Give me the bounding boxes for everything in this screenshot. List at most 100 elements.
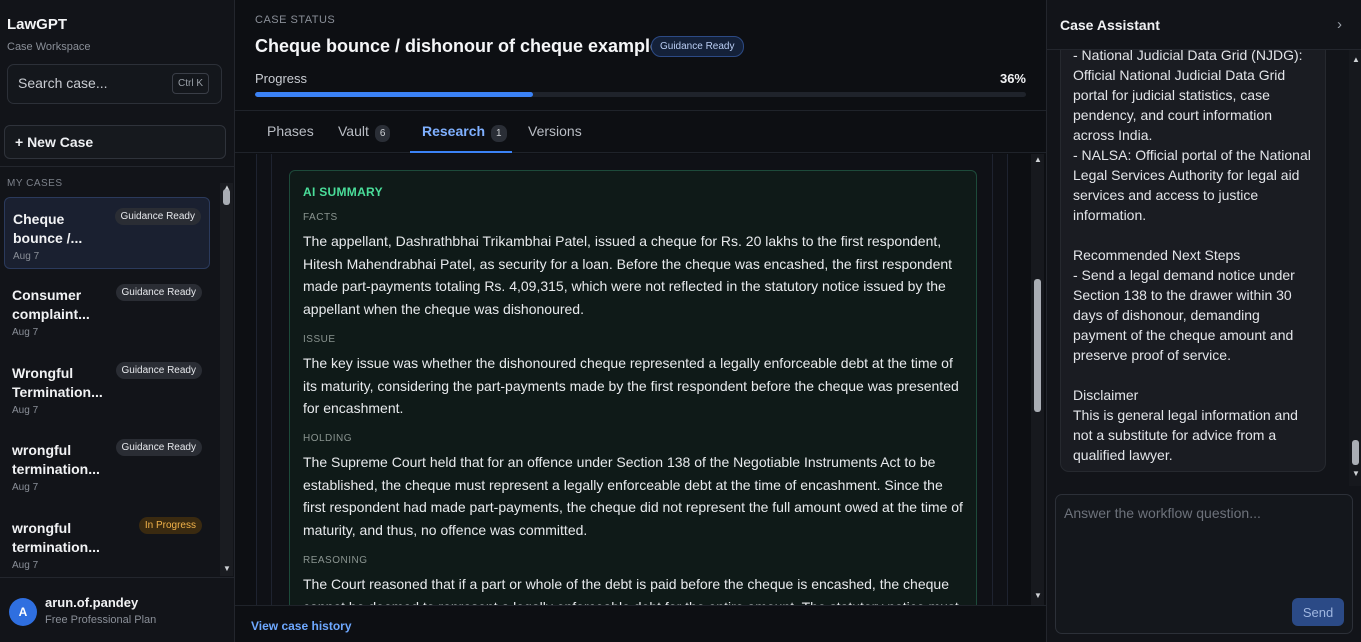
message-line: - NALSA: Official portal of the National xyxy=(1073,147,1311,163)
tab-label: Vault xyxy=(338,123,369,139)
scrollbar-thumb[interactable] xyxy=(223,189,230,205)
case-date: Aug 7 xyxy=(12,405,39,416)
message-line: services and access to justice xyxy=(1073,187,1259,203)
main-panel: CASE STATUS Cheque bounce / dishonour of… xyxy=(235,0,1046,642)
user-plan: Free Professional Plan xyxy=(45,614,157,626)
reasoning-label: REASONING xyxy=(303,555,368,566)
message-line: qualified lawyer. xyxy=(1073,447,1173,463)
search-box: Ctrl K xyxy=(7,64,222,104)
brand-title: LawGPT xyxy=(7,16,68,33)
case-title: wrongful termination... xyxy=(12,520,100,555)
case-item[interactable]: Cheque bounce /... Aug 7 Guidance Ready xyxy=(4,197,210,269)
answer-box: Send xyxy=(1055,494,1353,634)
progress-bar xyxy=(255,92,1026,97)
answer-input[interactable] xyxy=(1064,505,1344,585)
research-content: AI SUMMARY FACTS The appellant, Dashrath… xyxy=(235,154,1046,605)
message-line: across India. xyxy=(1073,127,1153,143)
sidebar: LawGPT Case Workspace Ctrl K + New Case … xyxy=(0,0,235,642)
scroll-up-icon[interactable]: ▲ xyxy=(1352,56,1360,64)
tab-phases[interactable]: Phases xyxy=(267,123,314,139)
tab-label: Versions xyxy=(528,123,582,139)
scrollbar-thumb[interactable] xyxy=(1034,279,1041,412)
status-badge: Guidance Ready xyxy=(115,362,202,379)
message-line: not a substitute for advice from a xyxy=(1073,427,1277,443)
scroll-down-icon[interactable]: ▼ xyxy=(1352,470,1360,478)
tab-vault[interactable]: Vault 6 xyxy=(338,123,391,142)
issue-text: The key issue was whether the dishonoure… xyxy=(303,355,959,417)
user-profile[interactable]: A arun.of.pandey Free Professional Plan xyxy=(0,577,234,642)
message-line: - National Judicial Data Grid (NJDG): xyxy=(1073,50,1303,63)
issue-label: ISSUE xyxy=(303,334,336,345)
case-date: Aug 7 xyxy=(12,482,39,493)
tab-label: Research xyxy=(422,123,486,139)
new-case-button[interactable]: + New Case xyxy=(4,125,226,159)
history-bar: View case history xyxy=(235,605,1046,642)
tab-label: Phases xyxy=(267,123,314,139)
progress-percent: 36% xyxy=(999,71,1026,86)
holding-label: HOLDING xyxy=(303,433,353,444)
avatar: A xyxy=(9,598,37,626)
brand-subtitle: Case Workspace xyxy=(7,41,91,53)
view-case-history-link[interactable]: View case history xyxy=(251,619,352,633)
message-line: portal for judicial statistics, case xyxy=(1073,87,1270,103)
content-scrollbar[interactable]: ▲ ▼ xyxy=(1031,154,1044,605)
case-status-label: CASE STATUS xyxy=(255,14,336,26)
status-badge: In Progress xyxy=(138,517,202,534)
status-badge: Guidance Ready xyxy=(114,208,201,225)
app-root: LawGPT Case Workspace Ctrl K + New Case … xyxy=(0,0,1361,642)
message-line: Legal Services Authority for legal aid xyxy=(1073,167,1300,183)
case-item[interactable]: Wrongful Termination... Aug 7 Guidance R… xyxy=(4,352,210,424)
active-tab-indicator xyxy=(410,151,512,153)
assistant-scrollbar[interactable]: ▲ ▼ xyxy=(1349,50,1361,486)
message-line: Disclaimer xyxy=(1073,387,1139,403)
tab-count: 6 xyxy=(374,125,391,142)
case-title: Wrongful Termination... xyxy=(12,365,103,400)
case-item[interactable]: wrongful termination... Aug 7 In Progres… xyxy=(4,507,210,575)
case-title: wrongful termination... xyxy=(12,442,100,477)
scrollbar-thumb[interactable] xyxy=(1352,440,1359,465)
progress-label: Progress xyxy=(255,71,308,86)
facts-text: The appellant, Dashrathbhai Trikambhai P… xyxy=(303,233,953,318)
reasoning-text: The Court reasoned that if a part or who… xyxy=(303,576,959,605)
my-cases-label: MY CASES xyxy=(7,178,63,189)
case-item[interactable]: Consumer complaint... Aug 7 Guidance Rea… xyxy=(4,274,210,346)
summary-title: AI SUMMARY xyxy=(303,185,383,199)
status-badge: Guidance Ready xyxy=(115,284,202,301)
message-line: information. xyxy=(1073,207,1147,223)
tab-research[interactable]: Research 1 xyxy=(422,123,507,142)
message-line: days of dishonour, demanding xyxy=(1073,307,1260,323)
tab-count: 1 xyxy=(491,125,507,142)
case-date: Aug 7 xyxy=(12,560,39,571)
assistant-title: Case Assistant xyxy=(1060,17,1160,33)
tab-versions[interactable]: Versions xyxy=(528,123,582,139)
message-line: This is general legal information and xyxy=(1073,407,1298,423)
message-line: Recommended Next Steps xyxy=(1073,247,1241,263)
message-area: - National Judicial Data Grid (NJDG): Of… xyxy=(1047,50,1361,486)
case-title: Consumer complaint... xyxy=(12,287,90,322)
assistant-message: - National Judicial Data Grid (NJDG): Of… xyxy=(1060,50,1326,472)
holding-text: The Supreme Court held that for an offen… xyxy=(303,454,963,539)
message-line: payment of the cheque amount and xyxy=(1073,327,1294,343)
search-shortcut: Ctrl K xyxy=(172,73,209,94)
assistant-header: Case Assistant › xyxy=(1047,0,1361,50)
message-line: preserve proof of service. xyxy=(1073,347,1231,363)
chevron-right-icon[interactable]: › xyxy=(1337,16,1342,33)
scroll-down-icon[interactable]: ▼ xyxy=(1034,592,1042,600)
scroll-down-icon[interactable]: ▼ xyxy=(223,565,231,573)
message-line: pendency, and court information xyxy=(1073,107,1272,123)
search-input[interactable] xyxy=(18,75,168,91)
status-badge: Guidance Ready xyxy=(651,36,744,57)
case-title: Cheque bounce /... xyxy=(13,211,83,246)
message-line: Section 138 to the drawer within 30 xyxy=(1073,287,1292,303)
status-badge: Guidance Ready xyxy=(115,439,202,456)
message-line: Official National Judicial Data Grid xyxy=(1073,67,1286,83)
send-button[interactable]: Send xyxy=(1292,598,1344,626)
scroll-up-icon[interactable]: ▲ xyxy=(1034,156,1042,164)
case-item[interactable]: wrongful termination... Aug 7 Guidance R… xyxy=(4,429,210,501)
ai-summary-card: AI SUMMARY FACTS The appellant, Dashrath… xyxy=(289,170,977,605)
divider xyxy=(0,166,234,167)
tab-bar: Phases Vault 6 Research 1 Versions xyxy=(235,110,1046,153)
case-date: Aug 7 xyxy=(12,327,39,338)
sidebar-scrollbar[interactable]: ▲ ▼ xyxy=(220,183,233,576)
case-date: Aug 7 xyxy=(13,251,40,262)
